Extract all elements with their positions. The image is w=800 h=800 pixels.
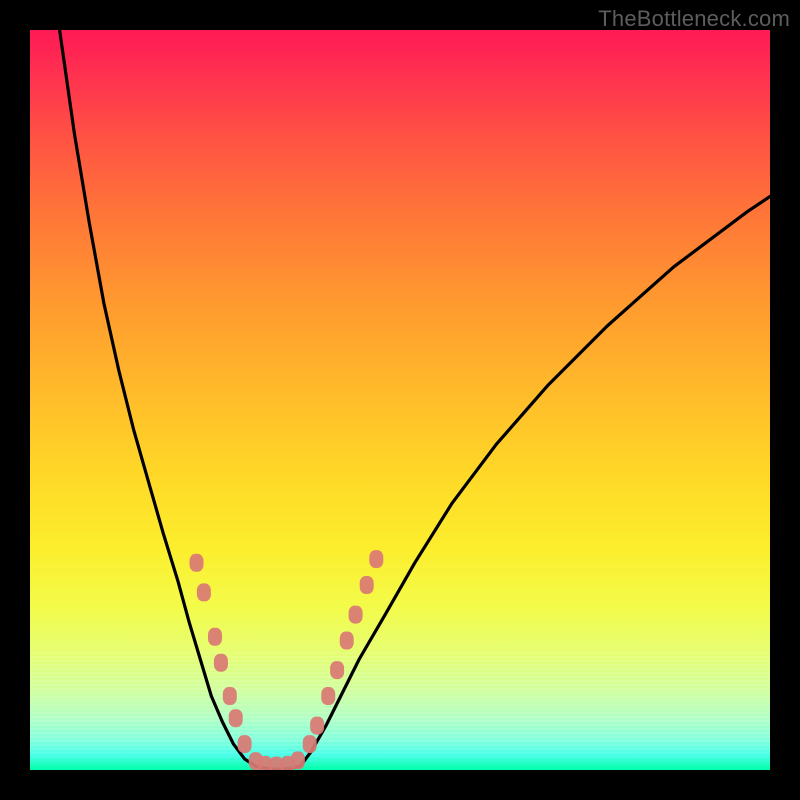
data-marker: [190, 554, 204, 572]
data-marker: [291, 751, 305, 769]
plot-area: [30, 30, 770, 770]
data-marker: [349, 606, 363, 624]
data-marker: [197, 583, 211, 601]
bottleneck-curve: [30, 30, 770, 770]
data-marker: [208, 628, 222, 646]
data-marker: [310, 717, 324, 735]
data-marker: [340, 632, 354, 650]
data-marker: [303, 735, 317, 753]
data-marker: [330, 661, 344, 679]
data-marker: [214, 654, 228, 672]
watermark-text: TheBottleneck.com: [598, 6, 790, 32]
data-marker: [229, 709, 243, 727]
chart-container: TheBottleneck.com: [0, 0, 800, 800]
curve-path: [60, 30, 770, 769]
data-marker: [223, 687, 237, 705]
data-marker: [360, 576, 374, 594]
data-marker: [369, 550, 383, 568]
data-marker: [238, 735, 252, 753]
data-marker: [321, 687, 335, 705]
